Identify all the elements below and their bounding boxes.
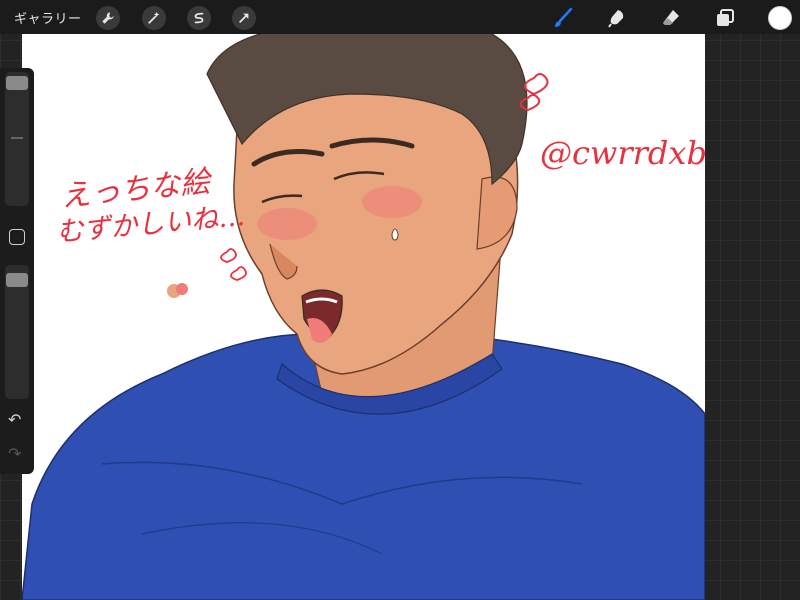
redo-icon[interactable]: ↷ bbox=[8, 444, 21, 463]
brush-size-thumb[interactable] bbox=[6, 76, 28, 90]
smudge-icon[interactable] bbox=[604, 5, 630, 31]
magic-wand-icon[interactable] bbox=[142, 6, 166, 30]
gallery-button[interactable]: ギャラリー bbox=[14, 8, 82, 27]
undo-icon[interactable]: ↶ bbox=[8, 410, 21, 429]
modify-button[interactable] bbox=[9, 229, 25, 245]
wrench-icon[interactable] bbox=[96, 6, 120, 30]
brush-icon[interactable] bbox=[550, 5, 576, 31]
opacity-slider[interactable] bbox=[5, 265, 29, 399]
artwork-illustration bbox=[22, 34, 705, 600]
eraser-icon[interactable] bbox=[658, 5, 684, 31]
transform-arrow-icon[interactable] bbox=[232, 6, 256, 30]
brush-size-slider[interactable] bbox=[5, 72, 29, 206]
brush-size-midmark bbox=[11, 137, 23, 139]
opacity-thumb[interactable] bbox=[6, 273, 28, 287]
top-toolbar: ギャラリー bbox=[0, 0, 800, 34]
layers-icon[interactable] bbox=[712, 5, 738, 31]
drawing-canvas[interactable]: えっちな絵 むずかしいね… @cwrrdxb bbox=[22, 34, 705, 600]
left-sidebar: ↶ ↷ bbox=[0, 68, 34, 474]
selection-icon[interactable] bbox=[187, 6, 211, 30]
artist-handle-text: @cwrrdxb bbox=[540, 134, 705, 172]
color-picker-swatch[interactable] bbox=[768, 6, 792, 30]
